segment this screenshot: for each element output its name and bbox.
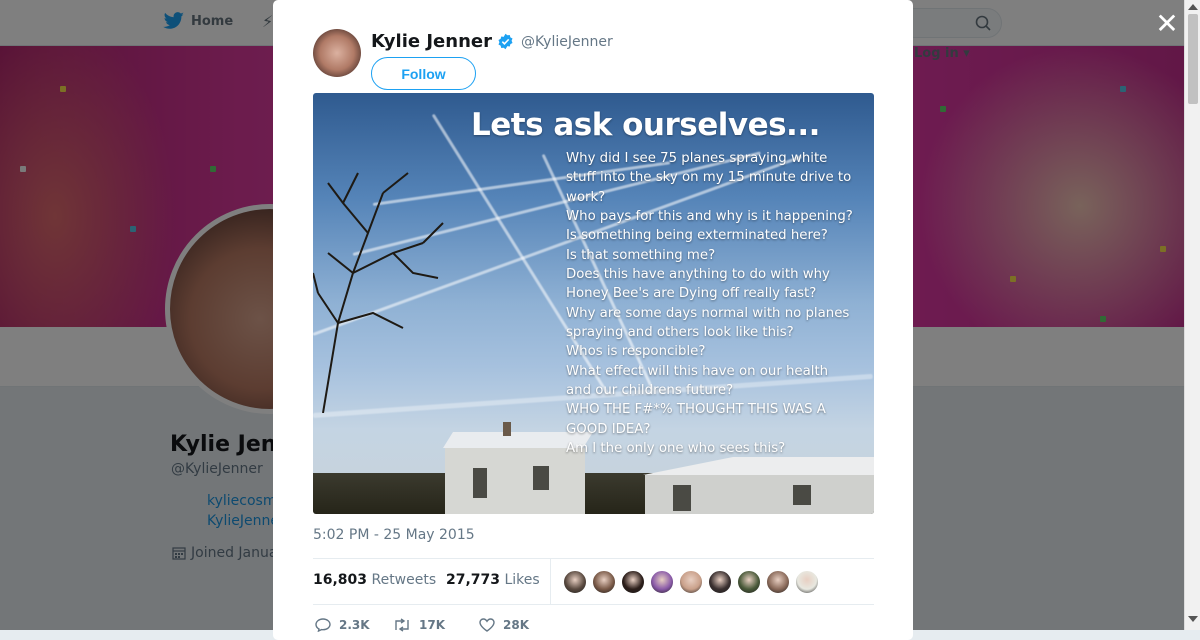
image-text-line: spraying and others look like this? xyxy=(566,325,794,341)
liker-avatar[interactable] xyxy=(737,570,761,594)
image-text-line: Why did I see 75 planes spraying white xyxy=(566,151,828,166)
retweets-count: 16,803 xyxy=(313,572,368,588)
image-text-line: Who pays for this and why is it happenin… xyxy=(566,209,853,225)
tweet-modal: Kylie Jenner @KylieJenner Follow Lets as… xyxy=(273,0,913,640)
image-text-line: Honey Bee's are Dying off really fast? xyxy=(566,286,817,302)
image-text-line: Whos is responcible? xyxy=(566,344,706,360)
scroll-down-arrow-icon[interactable] xyxy=(1188,616,1198,622)
image-text-line: work? xyxy=(566,189,606,205)
image-text-line: Is something being exterminated here? xyxy=(566,228,828,244)
author-handle[interactable]: @KylieJenner xyxy=(521,34,613,50)
tweet-image[interactable]: Lets ask ourselves... Why did I see 75 p… xyxy=(313,93,874,514)
liker-avatar[interactable] xyxy=(563,570,587,594)
page-scrollbar[interactable] xyxy=(1184,0,1200,630)
image-text-line: What effect will this have on our health xyxy=(566,363,829,379)
image-text-block: Why did I see 75 planes spraying white s… xyxy=(566,149,866,459)
image-text-line: Is that something me? xyxy=(566,247,716,263)
liker-avatar[interactable] xyxy=(621,570,645,594)
divider xyxy=(313,558,874,559)
image-text-line: WHO THE F#*% THOUGHT THIS WAS A xyxy=(566,402,826,418)
liker-avatar[interactable] xyxy=(795,570,819,594)
tweet-timestamp[interactable]: 5:02 PM - 25 May 2015 xyxy=(313,527,475,543)
image-title: Lets ask ourselves... xyxy=(471,107,820,143)
liker-avatar[interactable] xyxy=(708,570,732,594)
author-avatar[interactable] xyxy=(313,29,361,77)
stats-separator xyxy=(550,559,551,604)
divider xyxy=(313,604,874,605)
image-text-line: Am I the only one who sees this? xyxy=(566,441,786,457)
liker-avatar[interactable] xyxy=(766,570,790,594)
image-text-line: Does this have anything to do with why xyxy=(566,267,830,283)
liker-avatar[interactable] xyxy=(679,570,703,594)
follow-button[interactable]: Follow xyxy=(371,57,476,90)
image-text-line: Why are some days normal with no planes xyxy=(566,305,850,321)
close-icon[interactable]: ✕ xyxy=(1154,10,1180,38)
house-right xyxy=(643,457,874,514)
retweets-stat[interactable]: 16,803 Retweets xyxy=(313,572,436,588)
image-text-line: stuff into the sky on my 15 minute drive… xyxy=(566,170,852,186)
retweets-label: Retweets xyxy=(371,572,437,588)
scroll-thumb[interactable] xyxy=(1188,14,1198,104)
image-text-line: GOOD IDEA? xyxy=(566,421,651,437)
liker-avatar[interactable] xyxy=(650,570,674,594)
scroll-up-arrow-icon[interactable] xyxy=(1188,4,1198,10)
likes-stat[interactable]: 27,773 Likes xyxy=(446,572,540,588)
image-text-line: and our childrens future? xyxy=(566,383,734,399)
bare-tree xyxy=(313,172,444,413)
author-name[interactable]: Kylie Jenner xyxy=(371,31,492,52)
verified-badge-icon xyxy=(498,33,513,50)
likes-label: Likes xyxy=(504,572,540,588)
likes-count: 27,773 xyxy=(446,572,501,588)
liker-avatar[interactable] xyxy=(592,570,616,594)
